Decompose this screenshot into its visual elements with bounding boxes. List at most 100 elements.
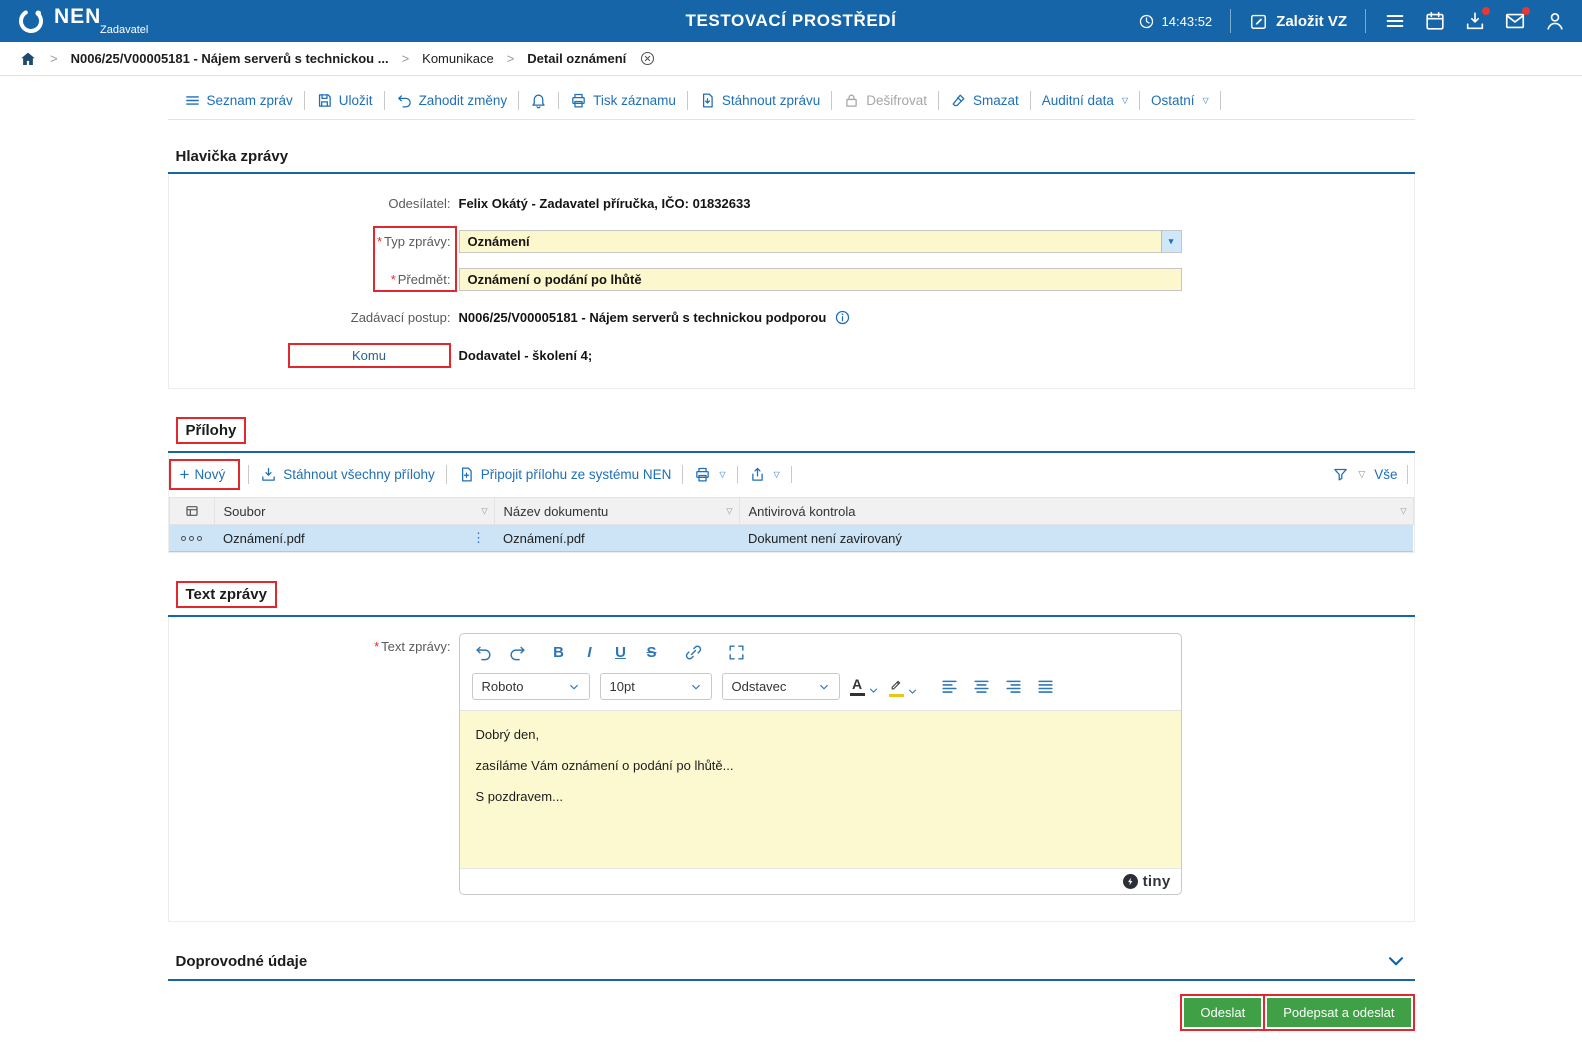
record-toolbar: Seznam zpráv Uložit Zahodit změny Tisk z… bbox=[167, 85, 1415, 120]
attachments-table: Soubor ▽ Název dokumentu ▽ Antivirová ko… bbox=[168, 497, 1414, 552]
redo-icon[interactable] bbox=[508, 643, 527, 662]
attach-from-nen-button[interactable]: Připojit přílohu ze systému NEN bbox=[447, 465, 684, 484]
nen-logo-icon bbox=[16, 6, 46, 36]
breadcrumb-item-detail[interactable]: Detail oznámení bbox=[527, 51, 626, 66]
link-icon[interactable] bbox=[684, 643, 703, 662]
create-vz-button[interactable]: Založit VZ bbox=[1249, 12, 1347, 31]
text-color-swatch bbox=[849, 693, 865, 696]
bold-button[interactable]: B bbox=[551, 644, 567, 661]
section-header: Přílohy bbox=[167, 413, 1415, 453]
table-row[interactable]: Oznámení.pdf ⋮ Oznámení.pdf Dokument nen… bbox=[169, 524, 1413, 552]
home-button[interactable] bbox=[19, 50, 37, 68]
breadcrumb-item-komunikace[interactable]: Komunikace bbox=[422, 51, 494, 66]
strikethrough-button[interactable]: S bbox=[644, 644, 660, 661]
undo-icon[interactable] bbox=[474, 643, 493, 662]
font-size-value: 10pt bbox=[609, 679, 635, 694]
section-header: Hlavička zprávy bbox=[167, 144, 1415, 174]
export-attachments-dropdown[interactable]: ▽ bbox=[738, 466, 792, 483]
notifications-subscribe-button[interactable] bbox=[519, 92, 560, 109]
annotation-box: Odeslat bbox=[1180, 994, 1266, 1031]
edit-icon bbox=[1249, 12, 1268, 31]
align-center-icon[interactable] bbox=[972, 677, 991, 696]
download-all-attachments-button[interactable]: Stáhnout všechny přílohy bbox=[248, 465, 447, 484]
select-dropdown-button[interactable]: ▾ bbox=[1160, 230, 1181, 252]
print-attachments-dropdown[interactable]: ▽ bbox=[683, 466, 738, 483]
procedure-value: N006/25/V00005181 - Nájem serverů s tech… bbox=[458, 309, 827, 325]
align-right-icon[interactable] bbox=[1004, 677, 1023, 696]
sender-value: Felix Okátý - Zadavatel příručka, IČO: 0… bbox=[458, 195, 751, 211]
required-marker: * bbox=[374, 639, 380, 654]
brand-role: Zadavatel bbox=[100, 24, 149, 36]
section-title: Doprovodné údaje bbox=[175, 952, 308, 970]
breadcrumb: > N006/25/V00005181 - Nájem serverů s te… bbox=[0, 42, 1582, 76]
notification-badge bbox=[1522, 7, 1530, 15]
new-attachment-button[interactable]: + Nový bbox=[168, 459, 241, 490]
column-filter-icon[interactable]: ▽ bbox=[481, 507, 487, 516]
column-filter-icon[interactable]: ▽ bbox=[1400, 507, 1406, 516]
column-header-document-name[interactable]: Název dokumentu ▽ bbox=[493, 497, 740, 525]
delete-button[interactable]: Smazat bbox=[939, 91, 1031, 110]
highlighter-icon bbox=[889, 677, 904, 692]
print-record-button[interactable]: Tisk záznamu bbox=[559, 91, 688, 110]
fullscreen-icon[interactable] bbox=[727, 643, 746, 662]
recipient-label[interactable]: Komu bbox=[287, 342, 451, 368]
text-color-button[interactable]: A bbox=[849, 677, 879, 696]
send-button[interactable]: Odeslat bbox=[1184, 998, 1262, 1027]
save-button[interactable]: Uložit bbox=[305, 91, 385, 110]
align-left-icon[interactable] bbox=[940, 677, 959, 696]
kebab-menu-icon[interactable]: ⋮ bbox=[472, 530, 485, 546]
filter-all-button[interactable]: Vše bbox=[1374, 465, 1397, 484]
align-justify-icon[interactable] bbox=[1036, 677, 1055, 696]
main-menu-button[interactable] bbox=[1384, 10, 1406, 32]
info-button[interactable] bbox=[834, 309, 851, 326]
underline-button[interactable]: U bbox=[613, 644, 629, 661]
attach-document-icon bbox=[458, 466, 475, 483]
row-menu-icon[interactable] bbox=[178, 535, 205, 541]
font-family-select[interactable]: Roboto bbox=[471, 673, 590, 700]
user-profile-button[interactable] bbox=[1544, 10, 1566, 32]
column-header-antivirus[interactable]: Antivirová kontrola ▽ bbox=[738, 497, 1414, 525]
attachments-toolbar: + Nový Stáhnout všechny přílohy Připojit… bbox=[168, 453, 1414, 497]
subject-input[interactable]: Oznámení o podání po lhůtě bbox=[458, 267, 1182, 291]
filter-icon[interactable] bbox=[1332, 466, 1349, 483]
form-row-subject: * Předmět: Oznámení o podání po lhůtě bbox=[169, 260, 1414, 298]
messages-button[interactable] bbox=[1504, 7, 1530, 32]
session-time-value: 14:43:52 bbox=[1161, 13, 1213, 29]
italic-button[interactable]: I bbox=[582, 644, 598, 661]
downloads-button[interactable] bbox=[1464, 7, 1490, 32]
highlight-color-swatch bbox=[888, 693, 904, 697]
message-type-label: * Typ zprávy: bbox=[169, 234, 459, 249]
other-dropdown[interactable]: Ostatní ▽ bbox=[1140, 91, 1221, 110]
breadcrumb-item-procedure[interactable]: N006/25/V00005181 - Nájem serverů s tech… bbox=[71, 51, 389, 66]
nen-logo[interactable]: NEN Zadavatel bbox=[16, 6, 148, 36]
chevron-down-icon bbox=[907, 686, 918, 697]
download-message-button[interactable]: Stáhnout zprávu bbox=[688, 91, 833, 110]
editor-content-area[interactable]: Dobrý den, zasíláme Vám oznámení o podán… bbox=[459, 710, 1181, 868]
new-attachment-label: Nový bbox=[194, 467, 226, 482]
column-header-selector[interactable] bbox=[168, 497, 215, 525]
close-tab-button[interactable] bbox=[639, 50, 656, 67]
message-type-value: Oznámení bbox=[467, 233, 530, 249]
font-family-value: Roboto bbox=[481, 679, 524, 694]
discard-changes-button[interactable]: Zahodit změny bbox=[385, 91, 520, 110]
sign-and-send-button[interactable]: Podepsat a odeslat bbox=[1267, 998, 1411, 1027]
font-size-select[interactable]: 10pt bbox=[599, 673, 712, 700]
calendar-button[interactable] bbox=[1424, 10, 1446, 32]
printer-icon bbox=[570, 92, 587, 109]
chevron-down-icon bbox=[868, 685, 879, 696]
decrypt-button[interactable]: Dešifrovat bbox=[832, 91, 939, 110]
chevron-down-icon: ▽ bbox=[773, 469, 780, 479]
chevron-down-icon bbox=[1385, 950, 1407, 972]
highlight-color-button[interactable] bbox=[888, 677, 918, 697]
block-format-select[interactable]: Odstavec bbox=[721, 673, 840, 700]
message-list-button[interactable]: Seznam zpráv bbox=[173, 91, 305, 110]
section-title: Hlavička zprávy bbox=[175, 148, 289, 165]
hamburger-icon bbox=[1384, 10, 1406, 32]
expand-section-button[interactable] bbox=[1385, 950, 1407, 972]
chevron-down-icon: ▾ bbox=[1168, 235, 1174, 246]
audit-data-dropdown[interactable]: Auditní data ▽ bbox=[1031, 91, 1140, 110]
message-type-select[interactable]: Oznámení ▾ bbox=[458, 229, 1182, 253]
column-filter-icon[interactable]: ▽ bbox=[726, 507, 732, 516]
message-list-label: Seznam zpráv bbox=[206, 93, 293, 108]
column-header-file[interactable]: Soubor ▽ bbox=[213, 497, 495, 525]
